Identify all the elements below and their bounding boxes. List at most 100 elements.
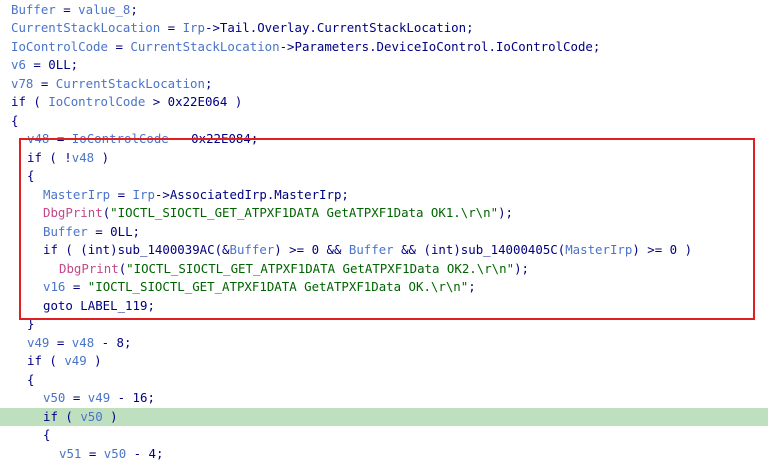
code-token: "IOCTL_SIOCTL_GET_ATPXF1DATA GetATPXF1Da…: [87, 279, 469, 294]
code-line[interactable]: CurrentStackLocation = Irp->Tail.Overlay…: [0, 19, 768, 38]
code-token: v50: [103, 445, 127, 461]
code-line[interactable]: if ( !v48 ): [0, 149, 768, 168]
code-token: ): [94, 149, 110, 165]
code-line-text: goto LABEL_119;: [43, 297, 155, 316]
code-token: Irp: [132, 186, 155, 202]
code-line-text: Buffer = 0LL;: [43, 223, 140, 242]
code-line-text: }: [27, 315, 34, 334]
code-token: =: [49, 334, 72, 350]
code-line-text: v48 = IoControlCode - 0x22E084;: [27, 130, 258, 149]
code-token: v51: [59, 445, 82, 461]
code-line-text: if ( IoControlCode > 0x22E064 ): [11, 93, 242, 112]
code-line[interactable]: {: [0, 371, 768, 390]
code-token: Buffer: [229, 242, 275, 257]
code-line[interactable]: Buffer = value_8;: [0, 1, 768, 20]
code-line-text: if ( v49 ): [27, 352, 102, 371]
code-token: goto: [43, 297, 73, 313]
code-token: v49: [27, 334, 50, 350]
code-token: IoControlCode: [48, 94, 146, 109]
code-line[interactable]: IoControlCode = CurrentStackLocation->Pa…: [0, 38, 768, 57]
code-token: ): [86, 353, 102, 368]
code-token: Irp: [182, 20, 205, 35]
code-token: DbgPrint: [59, 260, 119, 276]
code-token: IoControlCode: [71, 131, 169, 146]
code-line[interactable]: if ( v50 ): [0, 407, 768, 427]
code-token: {: [27, 168, 35, 183]
code-token: v78: [11, 75, 34, 91]
code-line[interactable]: goto LABEL_119;: [0, 297, 768, 316]
code-token: MasterIrp: [565, 242, 633, 257]
code-line[interactable]: if ( v49 ): [0, 352, 768, 371]
code-line[interactable]: v49 = v48 - 8;: [0, 334, 768, 353]
code-token: ( (int)sub_1400039AC(&: [57, 242, 230, 257]
code-token: - 16;: [110, 390, 155, 405]
code-token: =: [55, 1, 79, 17]
code-line[interactable]: v16 = "IOCTL_SIOCTL_GET_ATPXF1DATA GetAT…: [0, 278, 768, 297]
code-token: - 0x22E084;: [168, 131, 259, 146]
code-token: ( !: [41, 149, 72, 165]
code-token: =: [33, 75, 56, 91]
code-line[interactable]: v51 = v50 - 4;: [0, 445, 768, 464]
code-line-text: {: [43, 426, 50, 445]
code-token: if: [11, 94, 26, 109]
code-line[interactable]: DbgPrint("IOCTL_SIOCTL_GET_ATPXF1DATA Ge…: [0, 260, 768, 279]
code-line-text: v50 = v49 - 16;: [43, 389, 155, 408]
code-token: ;: [130, 1, 138, 17]
code-token: v49: [64, 353, 87, 368]
code-token: {: [27, 371, 35, 387]
code-line-text: if ( (int)sub_1400039AC(&Buffer) >= 0 &&…: [43, 241, 692, 260]
code-token: ): [102, 408, 118, 424]
code-line-text: {: [27, 371, 34, 390]
code-token: && (int)sub_14000405C(: [393, 242, 566, 257]
code-token: ->Parameters.DeviceIoControl.IoControlCo…: [279, 38, 601, 54]
code-token: v50: [80, 408, 103, 424]
code-line-text: DbgPrint("IOCTL_SIOCTL_GET_ATPXF1DATA Ge…: [59, 260, 529, 279]
code-line[interactable]: v48 = IoControlCode - 0x22E084;: [0, 130, 768, 149]
code-token: LABEL_119;: [72, 297, 155, 313]
code-token: value_8: [78, 1, 131, 17]
code-token: if: [27, 353, 42, 368]
code-token: - 8;: [94, 334, 132, 350]
code-token: ) >= 0 &&: [274, 242, 349, 257]
code-token: "IOCTL_SIOCTL_GET_ATPXF1DATA GetATPXF1Da…: [110, 205, 499, 220]
code-line-text: Buffer = value_8;: [11, 1, 138, 20]
code-line[interactable]: }: [0, 315, 768, 334]
code-line[interactable]: MasterIrp = Irp->AssociatedIrp.MasterIrp…: [0, 186, 768, 205]
code-line[interactable]: DbgPrint("IOCTL_SIOCTL_GET_ATPXF1DATA Ge…: [0, 204, 768, 223]
code-line[interactable]: {: [0, 112, 768, 131]
code-token: Buffer: [348, 242, 394, 257]
code-line-text: if ( v50 ): [43, 408, 118, 427]
code-line[interactable]: Buffer = 0LL;: [0, 223, 768, 242]
code-line[interactable]: {: [0, 426, 768, 445]
code-token: =: [65, 390, 88, 405]
code-line-text: v6 = 0LL;: [11, 56, 78, 75]
code-token: Buffer: [11, 1, 56, 17]
code-token: =: [65, 279, 88, 294]
code-line[interactable]: v78 = CurrentStackLocation;: [0, 75, 768, 94]
code-line-text: if ( !v48 ): [27, 149, 109, 168]
code-token: );: [514, 260, 529, 276]
code-token: }: [27, 316, 35, 331]
code-line-text: DbgPrint("IOCTL_SIOCTL_GET_ATPXF1DATA Ge…: [43, 204, 513, 223]
code-line[interactable]: v6 = 0LL;: [0, 56, 768, 75]
code-token: );: [498, 205, 513, 220]
code-line[interactable]: if ( IoControlCode > 0x22E064 ): [0, 93, 768, 112]
code-token: (: [41, 353, 65, 368]
pseudocode-view[interactable]: v51 = v50 - 4;{if ( v50 ) v50 = v49 - 16;…: [0, 0, 768, 464]
code-line[interactable]: v50 = v49 - 16;: [0, 389, 768, 408]
code-token: - 4;: [126, 445, 164, 461]
code-token: =: [49, 131, 72, 146]
code-line-text: {: [11, 112, 18, 131]
code-token: = 0LL;: [25, 57, 79, 72]
code-token: ) >= 0 ): [632, 242, 693, 257]
code-token: CurrentStackLocation: [11, 20, 161, 35]
code-token: if: [27, 149, 42, 165]
code-token: =: [160, 20, 183, 35]
code-token: "IOCTL_SIOCTL_GET_ATPXF1DATA GetATPXF1Da…: [126, 260, 515, 276]
code-token: v48: [71, 149, 95, 165]
code-line[interactable]: if ( (int)sub_1400039AC(&Buffer) >= 0 &&…: [0, 241, 768, 260]
code-token: if: [43, 242, 58, 257]
code-token: =: [107, 38, 131, 54]
code-line[interactable]: {: [0, 167, 768, 186]
code-token: v48: [71, 334, 95, 350]
